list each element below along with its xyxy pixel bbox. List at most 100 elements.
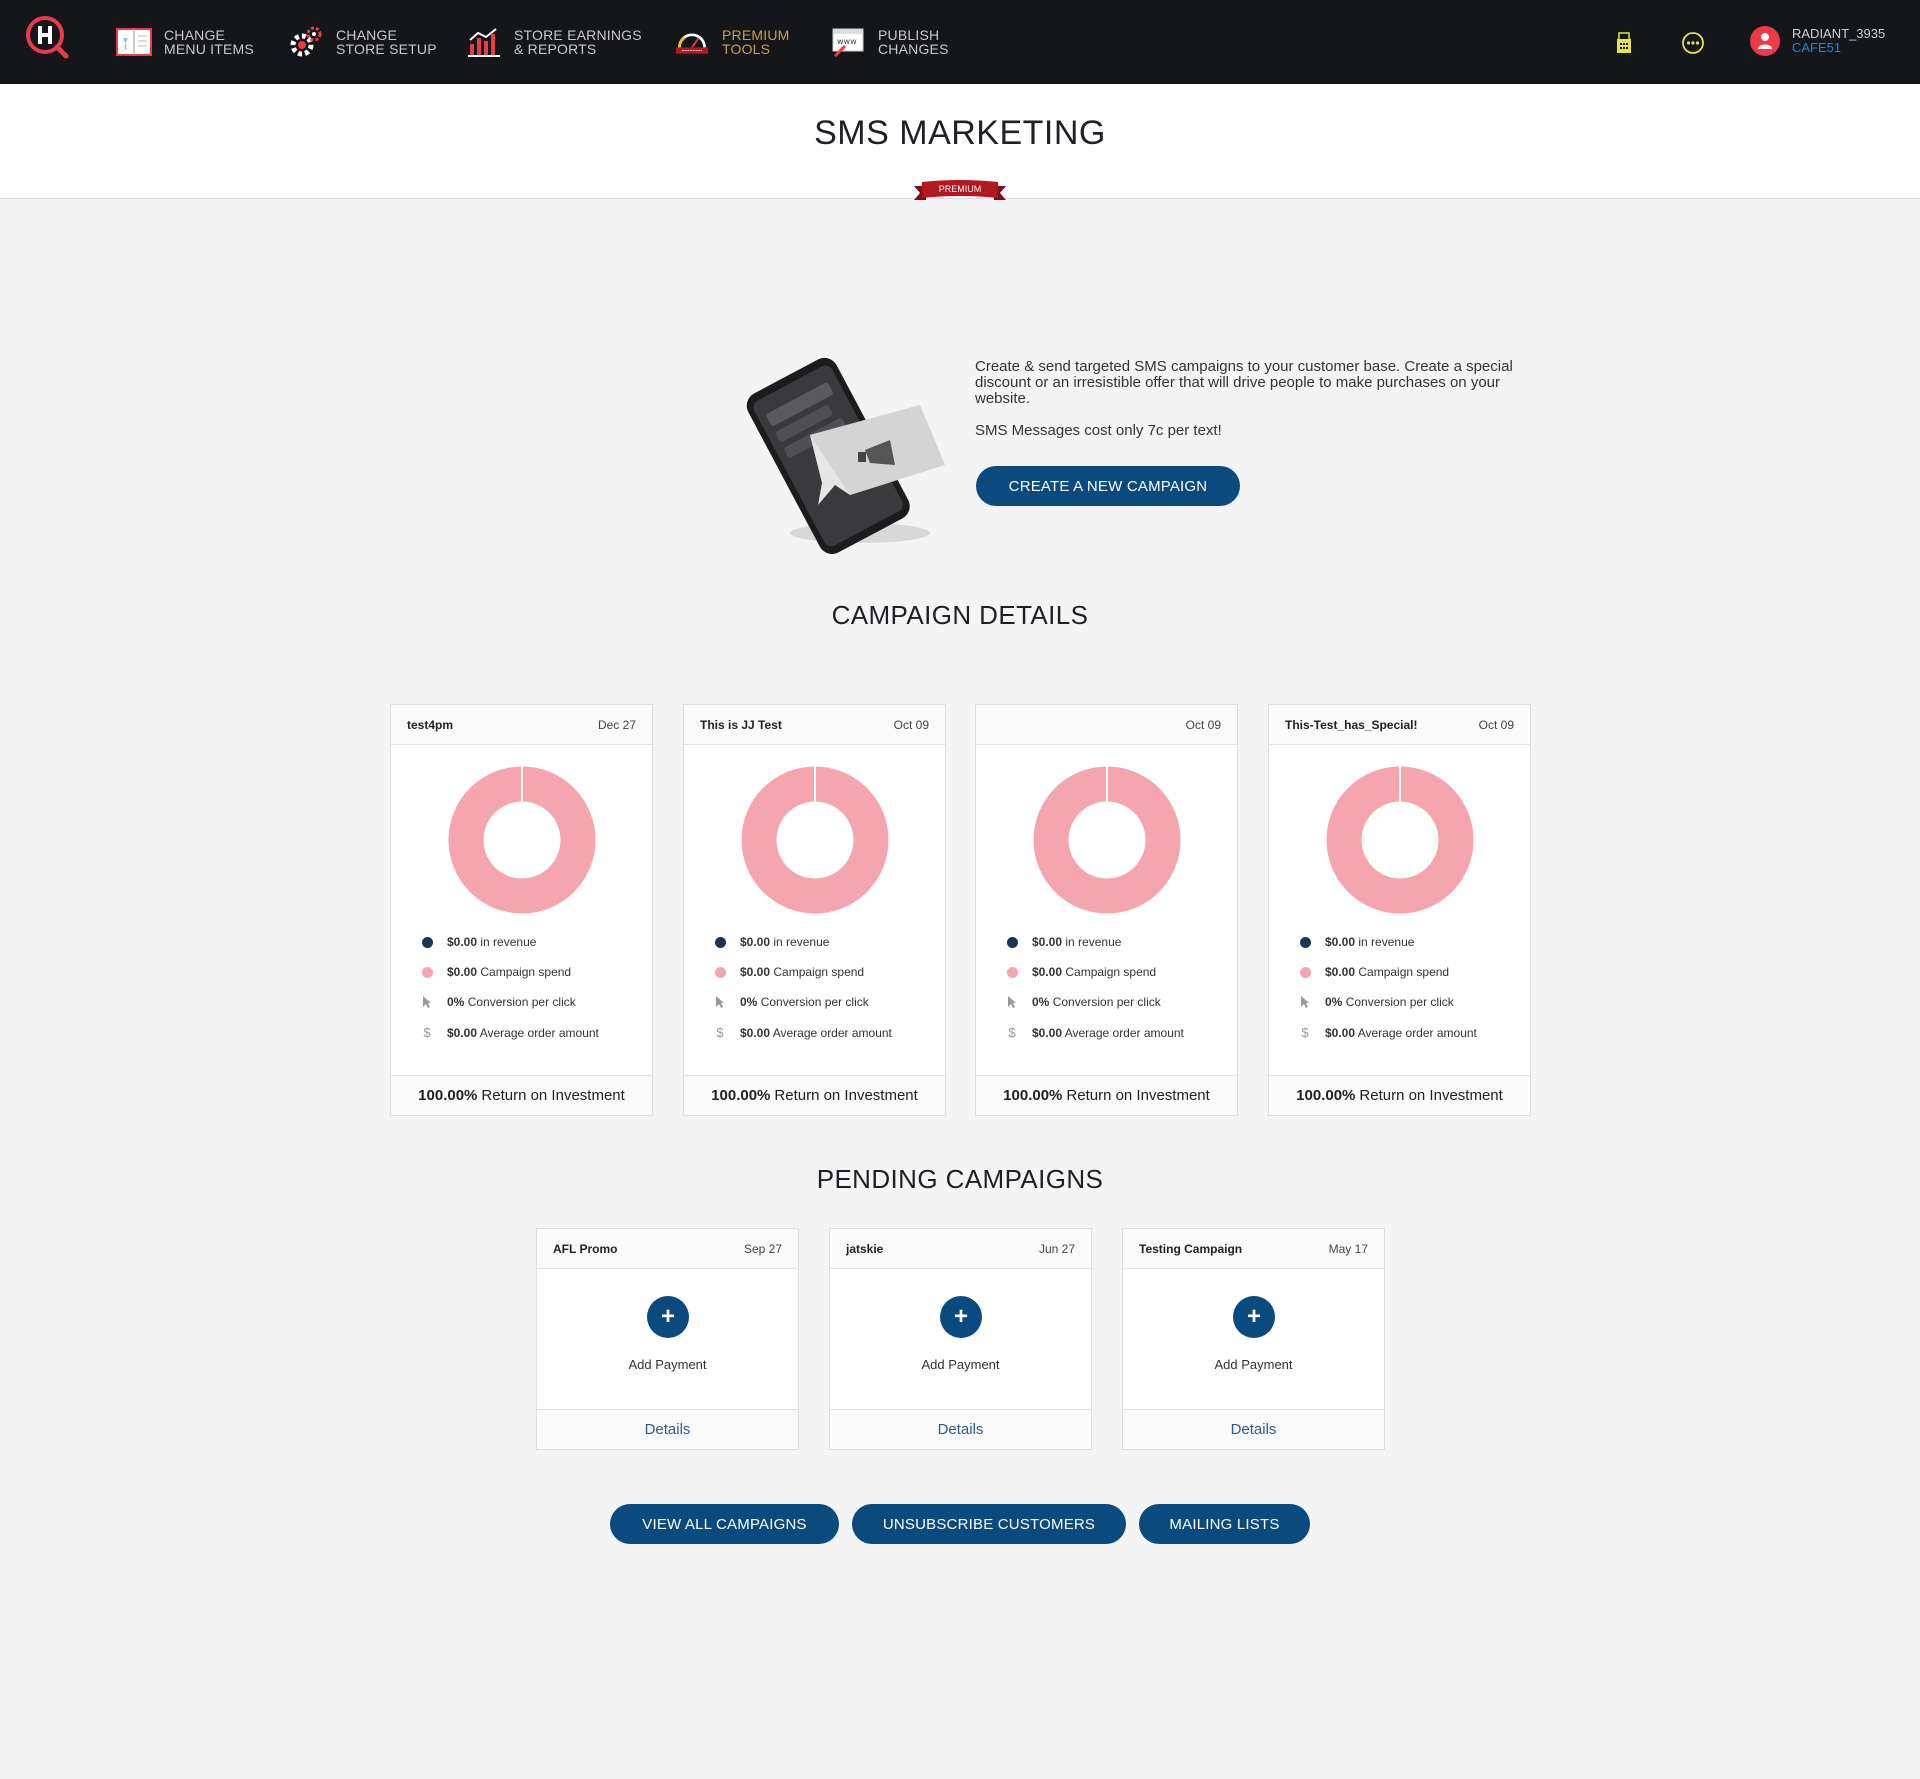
- campaign-donut-chart: [741, 766, 889, 914]
- campaign-card[interactable]: Oct 09 $0.00 in revenue $0.00 Campaign s…: [975, 704, 1238, 1116]
- stat-spend-label: Campaign spend: [1065, 965, 1157, 979]
- stat-average-order-value: $0.00: [1032, 1025, 1063, 1040]
- stat-spend: $0.00 Campaign spend: [714, 965, 864, 979]
- campaign-card[interactable]: This is JJ Test Oct 09 $0.00 in revenue …: [683, 704, 946, 1116]
- details-link[interactable]: Details: [830, 1409, 1091, 1449]
- roi-value: 100.00%: [1296, 1087, 1356, 1104]
- plus-icon: +: [1246, 1303, 1261, 1330]
- nav-label-line1: CHANGE: [336, 27, 398, 43]
- stat-average-order-label: Average order amount: [772, 1025, 892, 1040]
- pending-card-header: jatskie Jun 27: [830, 1229, 1091, 1269]
- campaign-card-header: This-Test_has_Special! Oct 09: [1269, 705, 1530, 745]
- stat-spend: $0.00 Campaign spend: [1299, 965, 1449, 979]
- unsubscribe-customers-button[interactable]: UNSUBSCRIBE CUSTOMERS: [852, 1504, 1126, 1544]
- campaign-date: Oct 09: [1478, 717, 1514, 732]
- stat-conversion-value: 0%: [447, 995, 465, 1009]
- campaign-details-title: CAMPAIGN DETAILS: [831, 600, 1089, 630]
- stat-revenue: $0.00 in revenue: [1006, 935, 1121, 949]
- dollar-icon: $: [1008, 1025, 1016, 1040]
- stat-revenue-label: in revenue: [773, 935, 830, 949]
- spend-dot-icon: [1299, 966, 1311, 978]
- campaign-card-body: $0.00 in revenue $0.00 Campaign spend 0%…: [391, 745, 652, 1075]
- nav-change-menu-items[interactable]: CHANGE MENU ITEMS: [116, 22, 254, 62]
- mailing-lists-button[interactable]: MAILING LISTS: [1139, 1504, 1310, 1544]
- stat-conversion: 0% Conversion per click: [1299, 995, 1454, 1009]
- campaign-name: test4pm: [407, 717, 454, 732]
- more-options-icon[interactable]: [1680, 30, 1706, 56]
- pending-campaign-date: Sep 27: [743, 1241, 782, 1256]
- campaign-card-body: $0.00 in revenue $0.00 Campaign spend 0%…: [1269, 745, 1530, 1075]
- stat-spend: $0.00 Campaign spend: [1006, 965, 1156, 979]
- details-link[interactable]: Details: [1123, 1409, 1384, 1449]
- user-name: RADIANT_3935: [1792, 26, 1886, 41]
- stat-average-order-label: Average order amount: [1064, 1025, 1184, 1040]
- add-payment-label[interactable]: Add Payment: [537, 1357, 798, 1372]
- nav-store-earnings-reports[interactable]: STORE EARNINGS & REPORTS: [466, 22, 642, 62]
- spend-dot-icon: [421, 966, 433, 978]
- campaign-roi: 100.00% Return on Investment: [391, 1075, 652, 1115]
- roi-label: Return on Investment: [774, 1087, 918, 1104]
- stat-revenue-value: $0.00: [447, 935, 478, 949]
- add-payment-label[interactable]: Add Payment: [1123, 1357, 1384, 1372]
- nav-label-line1: PREMIUM: [722, 27, 790, 43]
- roi-value: 100.00%: [711, 1087, 771, 1104]
- receipt-printer-icon[interactable]: [1611, 30, 1637, 56]
- campaign-name: This-Test_has_Special!: [1285, 717, 1418, 732]
- stat-spend-value: $0.00: [740, 965, 771, 979]
- brand-logo[interactable]: [24, 14, 70, 60]
- dollar-icon: $: [716, 1025, 724, 1040]
- stat-revenue-label: in revenue: [1065, 935, 1122, 949]
- stat-conversion: 0% Conversion per click: [421, 995, 576, 1009]
- dollar-icon: $: [1301, 1025, 1309, 1040]
- nav-publish-changes[interactable]: www PUBLISH CHANGES: [830, 22, 949, 62]
- nav-label-line2: MENU ITEMS: [164, 41, 254, 57]
- view-all-campaigns-button[interactable]: VIEW ALL CAMPAIGNS: [610, 1504, 839, 1544]
- campaign-card[interactable]: test4pm Dec 27 $0.00 in revenue $0.00 Ca…: [390, 704, 653, 1116]
- nav-label-line1: STORE EARNINGS: [514, 27, 642, 43]
- nav-change-store-setup[interactable]: CHANGE STORE SETUP: [288, 22, 437, 62]
- premium-badge: PREMIUM: [912, 178, 1008, 208]
- campaign-roi: 100.00% Return on Investment: [976, 1075, 1237, 1115]
- stat-average-order: $ $0.00 Average order amount: [421, 1025, 599, 1040]
- details-link[interactable]: Details: [537, 1409, 798, 1449]
- add-payment-button[interactable]: +: [1233, 1296, 1275, 1338]
- stat-revenue-label: in revenue: [1358, 935, 1415, 949]
- cursor-icon: [1006, 995, 1018, 1009]
- spend-dot-icon: [1006, 966, 1018, 978]
- campaign-roi: 100.00% Return on Investment: [684, 1075, 945, 1115]
- stat-conversion: 0% Conversion per click: [1006, 995, 1161, 1009]
- add-payment-button[interactable]: +: [647, 1296, 689, 1338]
- stat-average-order: $ $0.00 Average order amount: [1299, 1025, 1477, 1040]
- pending-card-body: + Add Payment: [1123, 1269, 1384, 1409]
- stat-conversion-label: Conversion per click: [1345, 995, 1454, 1009]
- menu-book-icon: [116, 24, 152, 60]
- pending-campaign-card: AFL Promo Sep 27 + Add Payment Details: [536, 1228, 799, 1450]
- stat-revenue: $0.00 in revenue: [714, 935, 829, 949]
- stat-average-order: $ $0.00 Average order amount: [1006, 1025, 1184, 1040]
- revenue-dot-icon: [1006, 936, 1018, 948]
- nav-premium-tools[interactable]: PREMIUM TOOLS: [674, 22, 790, 62]
- create-campaign-button[interactable]: CREATE A NEW CAMPAIGN: [976, 466, 1240, 506]
- user-account[interactable]: RADIANT_3935 CAFE51: [1750, 26, 1885, 56]
- phone-megaphone-illustration: [740, 355, 950, 555]
- premium-badge-label: PREMIUM: [939, 184, 982, 194]
- top-navbar: CHANGE MENU ITEMS CHANGE STORE SETUP STORE: [0, 0, 1920, 84]
- pending-campaign-card: jatskie Jun 27 + Add Payment Details: [829, 1228, 1092, 1450]
- nav-label-line2: & REPORTS: [514, 41, 597, 57]
- stat-average-order: $ $0.00 Average order amount: [714, 1025, 892, 1040]
- stat-revenue-label: in revenue: [480, 935, 537, 949]
- add-payment-label[interactable]: Add Payment: [830, 1357, 1091, 1372]
- pending-card-body: + Add Payment: [537, 1269, 798, 1409]
- pending-card-body: + Add Payment: [830, 1269, 1091, 1409]
- add-payment-button[interactable]: +: [940, 1296, 982, 1338]
- stat-conversion-value: 0%: [1032, 995, 1050, 1009]
- revenue-dot-icon: [1299, 936, 1311, 948]
- pending-campaign-name: jatskie: [846, 1241, 884, 1256]
- pending-campaign-name: AFL Promo: [553, 1241, 618, 1256]
- intro-copy: Create & send targeted SMS campaigns to …: [975, 359, 1515, 455]
- campaign-donut-chart: [448, 766, 596, 914]
- roi-label: Return on Investment: [481, 1087, 625, 1104]
- campaign-card[interactable]: This-Test_has_Special! Oct 09 $0.00 in r…: [1268, 704, 1531, 1116]
- stat-conversion: 0% Conversion per click: [714, 995, 869, 1009]
- stat-spend-value: $0.00: [447, 965, 478, 979]
